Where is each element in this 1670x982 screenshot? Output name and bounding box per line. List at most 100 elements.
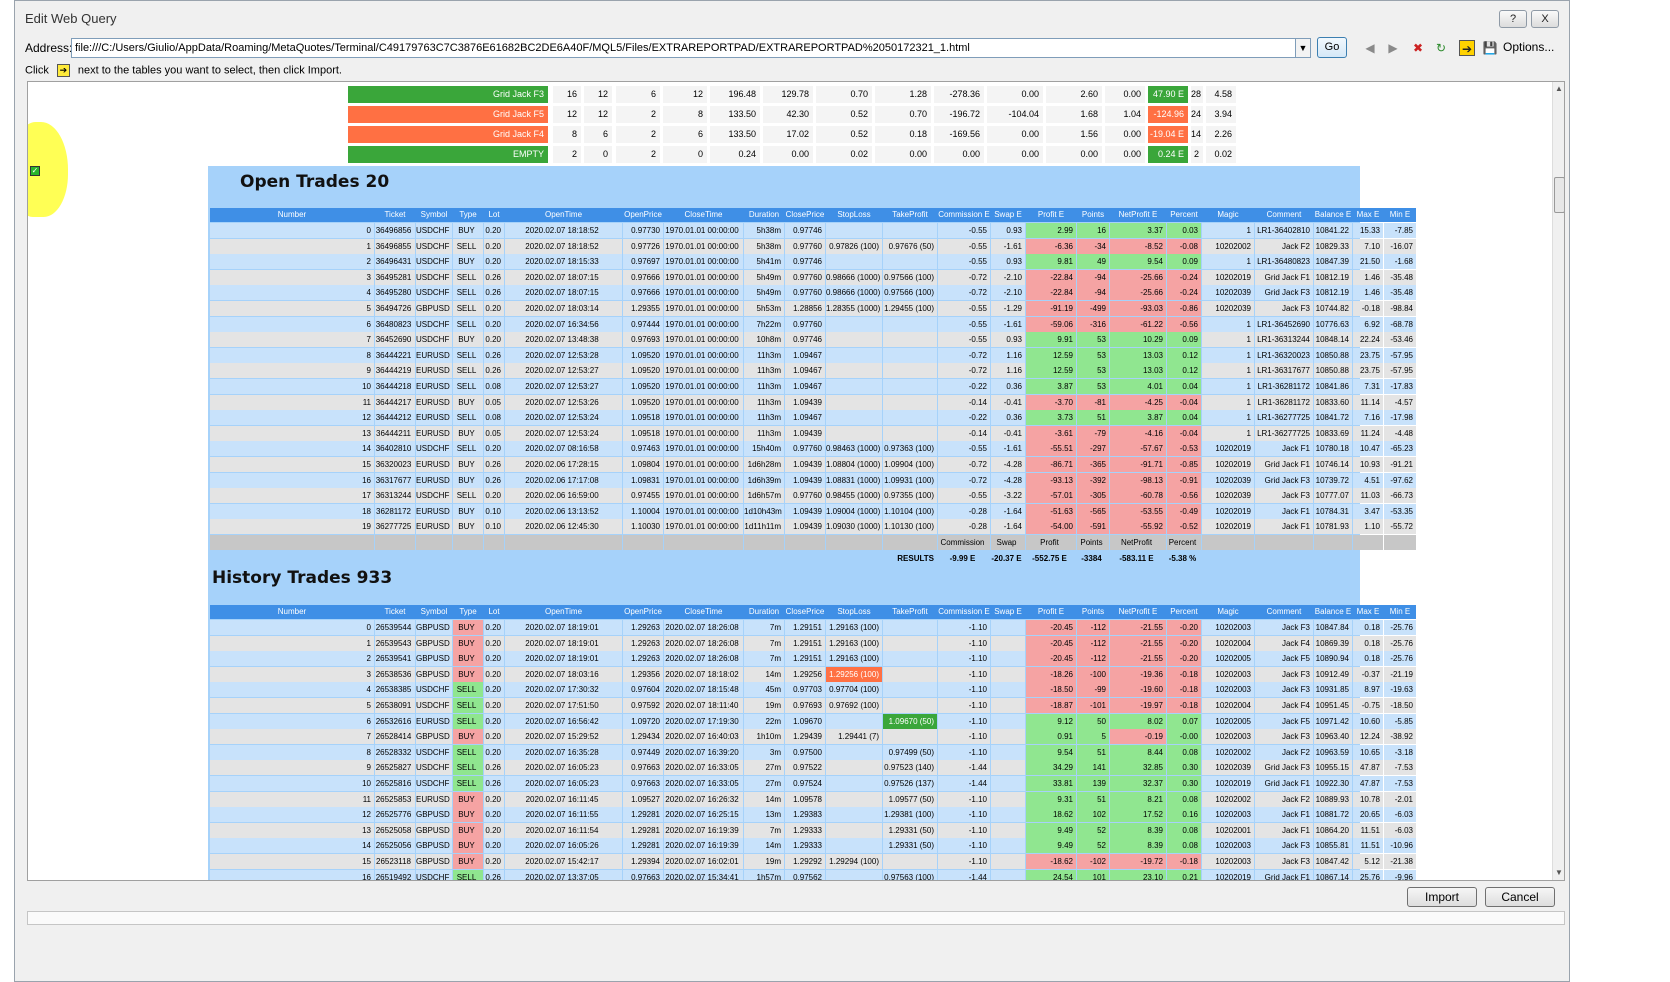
table-row[interactable]: 6 36480823 USDCHF SELL 0.20 2020.02.07 16:34:…	[210, 316, 1416, 333]
table-cell: 2020.02.07 16:05:26	[505, 838, 622, 854]
go-button[interactable]: Go	[1317, 37, 1347, 58]
table-row[interactable]: 1 36496855 USDCHF SELL 0.20 2020.02.07 18:18:…	[210, 238, 1416, 255]
table-row[interactable]: 9 26525827 USDCHF SELL 0.26 2020.02.07 16:05:…	[210, 760, 1416, 776]
table-selected-checkbox[interactable]: ✓	[30, 166, 40, 176]
table-row[interactable]: 5 26538091 USDCHF SELL 0.20 2020.02.07 17:51:…	[210, 698, 1416, 714]
scroll-down-icon[interactable]: ▼	[1555, 868, 1563, 877]
options-button[interactable]: Options...	[1503, 40, 1554, 54]
grid-cell: 0.24 E	[1148, 146, 1188, 163]
table-row[interactable]: 0 36496856 USDCHF BUY 0.20 2020.02.07 18:18:5…	[210, 223, 1416, 239]
table-cell: USDCHF	[416, 269, 452, 285]
table-cell: 141	[1077, 760, 1109, 776]
stop-icon[interactable]: ✖	[1410, 40, 1426, 56]
table-cell: 0.09	[1167, 332, 1201, 348]
scroll-thumb[interactable]	[1554, 177, 1564, 213]
table-row[interactable]: 1 26539543 GBPUSD BUY 0.20 2020.02.07 18:19:0…	[210, 635, 1416, 652]
table-cell: -100	[1077, 666, 1109, 682]
table-row[interactable]: 3 36495281 USDCHF SELL 0.26 2020.02.07 18:07:…	[210, 269, 1416, 286]
vertical-scrollbar[interactable]: ▲ ▼	[1552, 82, 1564, 880]
column-header: Points	[1081, 210, 1105, 219]
table-cell: 0.26	[484, 457, 504, 472]
table-cell: 1.29151	[785, 620, 825, 635]
totals-cell: Percent	[1167, 535, 1201, 550]
table-cell: 50	[1077, 713, 1109, 729]
table-cell: 10.60	[1353, 713, 1383, 729]
table-row[interactable]: 4 36495280 USDCHF SELL 0.26 2020.02.07 18:07:…	[210, 285, 1416, 301]
column-header: StopLoss	[837, 210, 871, 219]
table-cell: 5h49m	[744, 285, 784, 301]
close-button[interactable]: X	[1531, 10, 1559, 28]
table-row[interactable]: 8 36444221 EURUSD SELL 0.26 2020.02.07 12:53:…	[210, 347, 1416, 364]
table-row[interactable]: 11 36444217 EURUSD BUY 0.05 2020.02.07 12:53:…	[210, 394, 1416, 411]
back-icon[interactable]: ◀	[1362, 40, 1378, 56]
table-cell: 9.49	[1026, 838, 1076, 854]
table-cell: 3	[210, 666, 374, 682]
table-cell: -53.46	[1384, 332, 1416, 348]
table-cell: 1.09439	[785, 394, 825, 410]
table-row[interactable]: 14 26525056 GBPUSD BUY 0.20 2020.02.07 16:05:…	[210, 838, 1416, 854]
table-row[interactable]: 8 26528332 USDCHF SELL 0.20 2020.02.07 16:35:…	[210, 744, 1416, 761]
save-query-icon[interactable]: 💾	[1482, 40, 1498, 56]
address-input[interactable]: file:///C:/Users/Giulio/AppData/Roaming/…	[71, 38, 1299, 58]
table-row[interactable]: 2 26539541 GBPUSD BUY 0.20 2020.02.07 18:19:0…	[210, 651, 1416, 667]
table-cell: -19.97	[1110, 698, 1166, 713]
table-row[interactable]: 15 26523118 GBPUSD BUY 0.20 2020.02.07 15:42:…	[210, 854, 1416, 870]
web-preview-pane[interactable]: ✓ Grid Jack F3 16 12 6 12 196.48 129.78 0.70 1.2…	[27, 81, 1565, 881]
table-cell	[991, 729, 1025, 745]
table-cell: 0.97523 (140)	[883, 760, 937, 776]
table-cell: 10.47	[1353, 441, 1383, 457]
table-cell: Jack F3	[1255, 620, 1313, 635]
table-cell: -0.20	[1167, 651, 1201, 667]
table-row[interactable]: 10 26525816 USDCHF SELL 0.26 2020.02.07 16:05…	[210, 776, 1416, 792]
table-row[interactable]: 7 26528414 GBPUSD BUY 0.20 2020.02.07 15:29:5…	[210, 729, 1416, 745]
table-row[interactable]: 15 36320023 EURUSD BUY 0.26 2020.02.06 17:28:…	[210, 457, 1416, 473]
table-cell: -0.55	[938, 488, 990, 504]
table-row[interactable]: 17 36313244 USDCHF SELL 0.20 2020.02.06 16:59…	[210, 488, 1416, 504]
table-cell: 10841.22	[1314, 223, 1352, 238]
hide-icons-icon[interactable]: ➔	[1459, 40, 1475, 56]
column-header: Swap E	[994, 607, 1022, 616]
table-cell: 10847.84	[1314, 620, 1352, 635]
table-cell: -0.24	[1167, 269, 1201, 285]
table-cell: -0.72	[938, 472, 990, 488]
table-row[interactable]: 7 36452690 USDCHF BUY 0.20 2020.02.07 13:48:3…	[210, 332, 1416, 348]
import-button[interactable]: Import	[1407, 887, 1477, 907]
table-row[interactable]: 11 26525853 EURUSD BUY 0.20 2020.02.07 16:11:…	[210, 791, 1416, 808]
table-cell: 11.51	[1353, 822, 1383, 838]
forward-icon[interactable]: ▶	[1385, 40, 1401, 56]
table-row[interactable]: 19 36277725 EURUSD BUY 0.10 2020.02.06 12:45:…	[210, 519, 1416, 535]
table-cell: 36495280	[375, 285, 415, 301]
table-cell: 0.97566 (100)	[883, 285, 937, 301]
table-cell: Grid Jack F3	[1255, 760, 1313, 776]
table-row[interactable]: 4 26538385 USDCHF SELL 0.20 2020.02.07 17:30:…	[210, 682, 1416, 698]
table-row[interactable]: 0 26539544 GBPUSD BUY 0.20 2020.02.07 18:19:0…	[210, 620, 1416, 636]
scroll-up-icon[interactable]: ▲	[1555, 84, 1563, 93]
table-row[interactable]: 9 36444219 EURUSD SELL 0.26 2020.02.07 12:53:…	[210, 363, 1416, 379]
table-cell: 1d6h57m	[744, 488, 784, 504]
table-row[interactable]: 14 36402810 USDCHF SELL 0.20 2020.02.07 08:16…	[210, 441, 1416, 457]
cancel-button[interactable]: Cancel	[1485, 887, 1555, 907]
table-cell: -2.10	[991, 285, 1025, 301]
table-row[interactable]: 3 26538536 GBPUSD BUY 0.20 2020.02.07 18:03:1…	[210, 666, 1416, 683]
table-cell: 10202019	[1202, 441, 1254, 457]
window-title: Edit Web Query	[25, 11, 117, 26]
help-button[interactable]: ?	[1499, 10, 1527, 28]
table-row[interactable]: 12 36444212 EURUSD SELL 0.08 2020.02.07 12:53…	[210, 410, 1416, 426]
table-row[interactable]: 18 36281172 EURUSD BUY 0.10 2020.02.06 13:13:…	[210, 503, 1416, 520]
column-header: TakeProfit	[892, 210, 928, 219]
table-cell: 0.20	[484, 682, 504, 698]
table-row[interactable]: 12 26525776 GBPUSD BUY 0.20 2020.02.07 16:11:…	[210, 807, 1416, 823]
table-row[interactable]: 5 36494726 GBPUSD SELL 0.20 2020.02.07 18:03:…	[210, 301, 1416, 317]
table-row[interactable]: 16 26519492 USDCHF SELL 0.26 2020.02.07 13:37…	[210, 869, 1416, 880]
table-row[interactable]: 13 26525058 GBPUSD BUY 0.20 2020.02.07 16:11:…	[210, 822, 1416, 839]
table-row[interactable]: 2 36496431 USDCHF BUY 0.20 2020.02.07 18:15:3…	[210, 254, 1416, 270]
table-row[interactable]: 6 26532616 EURUSD SELL 0.20 2020.02.07 16:56:…	[210, 713, 1416, 730]
address-dropdown-icon[interactable]: ▼	[1295, 38, 1311, 58]
table-row[interactable]: 16 36317677 EURUSD BUY 0.26 2020.02.06 17:17:…	[210, 472, 1416, 489]
results-cell: -9.99 E	[949, 554, 976, 563]
table-cell: 36496856	[375, 223, 415, 238]
table-cell: -0.56	[1167, 488, 1201, 504]
table-row[interactable]: 10 36444218 EURUSD SELL 0.08 2020.02.07 12:53…	[210, 379, 1416, 395]
refresh-icon[interactable]: ↻	[1433, 40, 1449, 56]
table-row[interactable]: 13 36444211 EURUSD BUY 0.05 2020.02.07 12:53:…	[210, 425, 1416, 442]
